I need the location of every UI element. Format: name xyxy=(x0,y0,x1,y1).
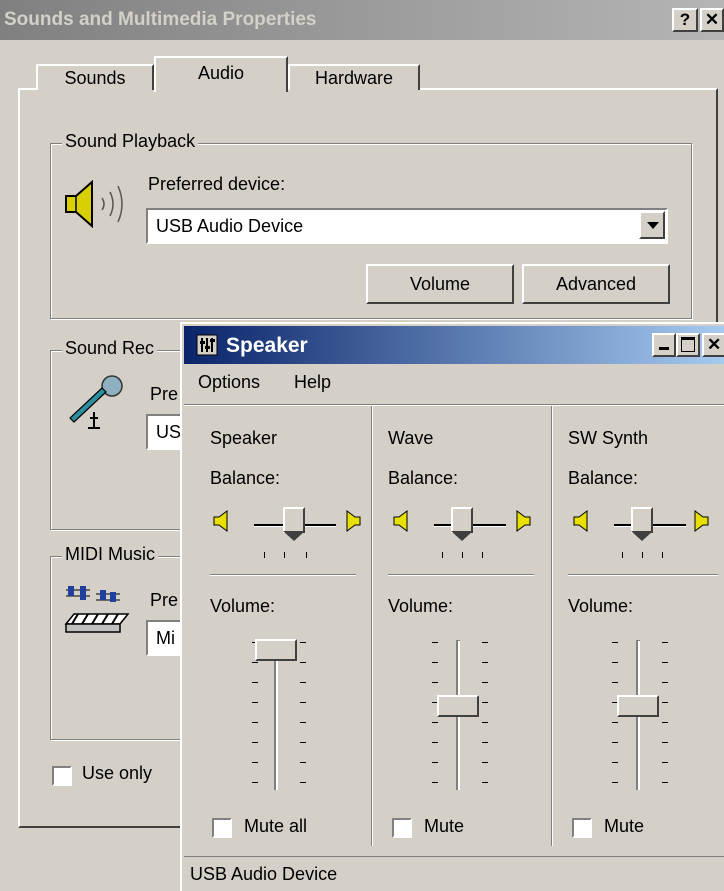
midi-music-label: MIDI Music xyxy=(62,544,158,565)
sound-playback-label: Sound Playback xyxy=(62,131,199,152)
mute-label: Mute xyxy=(604,816,645,836)
tab-audio[interactable]: Audio xyxy=(154,56,288,92)
mute-label: Mute xyxy=(424,816,465,836)
column-name: SW Synth xyxy=(568,428,649,448)
volume-slider-thumb[interactable] xyxy=(437,695,479,717)
speaker-icon xyxy=(65,179,123,229)
recording-device-value: US xyxy=(156,422,182,442)
help-button[interactable]: ? xyxy=(672,8,698,32)
speaker-title: Speaker xyxy=(226,334,308,357)
midi-device-value: Mi xyxy=(156,628,175,648)
midi-keyboard-icon xyxy=(64,586,130,633)
maximize-button[interactable] xyxy=(676,333,700,357)
volume-button[interactable]: Volume xyxy=(366,264,514,304)
chevron-down-icon[interactable] xyxy=(639,211,665,239)
speaker-mixer-window: Speaker ✕ Options Help Speaker Balance: … xyxy=(180,322,724,891)
menu-options[interactable]: Options xyxy=(198,372,260,393)
midi-preferred-label: Pre xyxy=(150,590,179,610)
close-button[interactable]: ✕ xyxy=(700,8,724,32)
mute-all-checkbox[interactable] xyxy=(212,818,232,838)
right-speaker-icon xyxy=(346,510,361,532)
microphone-icon xyxy=(69,375,123,429)
balance-label: Balance: xyxy=(388,468,459,488)
playback-device-value: USB Audio Device xyxy=(156,216,304,236)
volume-slider-thumb[interactable] xyxy=(255,639,297,661)
use-only-checkbox[interactable] xyxy=(52,766,72,786)
menu-help[interactable]: Help xyxy=(294,372,331,393)
volume-label: Volume: xyxy=(568,596,634,616)
dialog-title-bar: Sounds and Multimedia Properties ? ✕ xyxy=(0,0,724,40)
column-name: Wave xyxy=(388,428,434,448)
mute-all-label: Mute all xyxy=(244,816,308,836)
status-bar: USB Audio Device xyxy=(184,856,724,891)
balance-slider-thumb[interactable] xyxy=(451,507,473,541)
balance-label: Balance: xyxy=(210,468,281,488)
minimize-button[interactable] xyxy=(652,333,676,357)
column-name: Speaker xyxy=(210,428,278,448)
balance-slider-thumb[interactable] xyxy=(631,507,653,541)
recording-preferred-label: Pre xyxy=(150,384,179,404)
volume-label: Volume: xyxy=(388,596,454,616)
speaker-close-button[interactable]: ✕ xyxy=(702,333,724,357)
speaker-title-bar: Speaker ✕ xyxy=(184,326,724,364)
menu-separator xyxy=(184,404,724,406)
left-speaker-icon xyxy=(213,510,228,532)
volume-label: Volume: xyxy=(210,596,276,616)
dialog-title: Sounds and Multimedia Properties xyxy=(4,9,317,30)
left-speaker-icon xyxy=(393,510,408,532)
left-speaker-icon xyxy=(573,510,588,532)
advanced-button[interactable]: Advanced xyxy=(522,264,670,304)
volume-slider-thumb[interactable] xyxy=(617,695,659,717)
playback-preferred-label: Preferred device: xyxy=(148,174,286,194)
tab-sounds[interactable]: Sounds xyxy=(36,64,154,90)
mixer-app-icon xyxy=(196,334,218,356)
right-speaker-icon xyxy=(694,510,709,532)
playback-device-select[interactable]: USB Audio Device xyxy=(146,208,668,244)
tab-hardware[interactable]: Hardware xyxy=(288,64,420,90)
column-separator xyxy=(551,406,553,846)
column-separator xyxy=(371,406,373,846)
sound-recording-label: Sound Rec xyxy=(62,338,158,359)
balance-label: Balance: xyxy=(568,468,639,488)
balance-slider-thumb[interactable] xyxy=(283,507,305,541)
mute-checkbox[interactable] xyxy=(572,818,592,838)
use-only-label: Use only xyxy=(82,763,153,783)
right-speaker-icon xyxy=(516,510,531,532)
mute-checkbox[interactable] xyxy=(392,818,412,838)
volume-track xyxy=(274,640,278,790)
